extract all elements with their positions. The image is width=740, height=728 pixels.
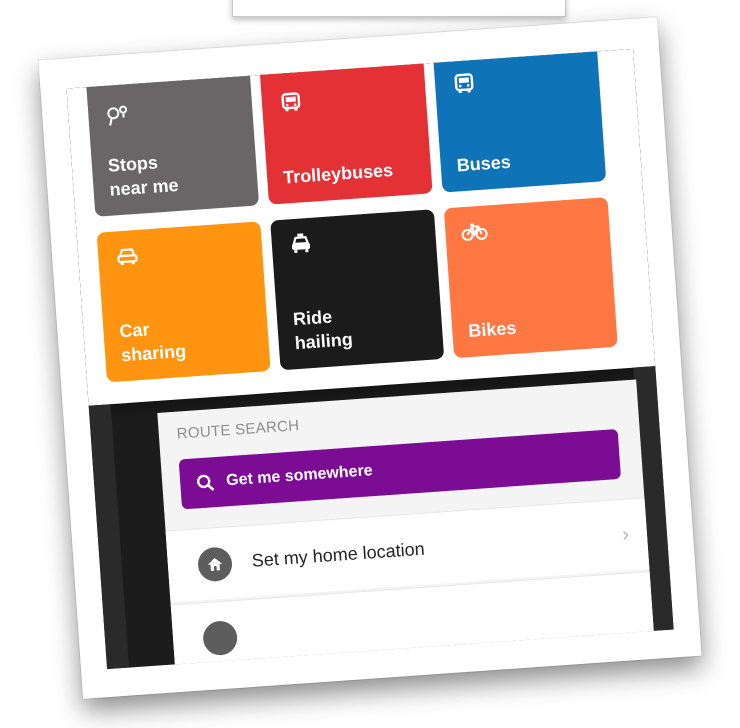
tile-car-sharing[interactable]: Car sharing [96,221,271,383]
tile-label: Buses [456,151,512,176]
tile-label: Bikes [467,317,517,342]
app-screen: Stops near me Trolleybuses Buses Car sha… [66,48,674,670]
tile-buses[interactable]: Buses [432,48,607,193]
list-item-icon [201,619,239,656]
bike-icon [461,223,488,241]
tile-bikes[interactable]: Bikes [443,197,618,359]
tile-stops-near-me[interactable]: Stops near me [85,55,260,217]
previous-screenshot-edge [232,0,566,17]
tile-trolleybuses[interactable]: Trolleybuses [258,48,433,205]
search-bar-label: Get me somewhere [225,462,374,490]
map-pins-icon [107,105,128,126]
trolleybus-icon [281,92,301,112]
screen-edge-left [88,404,130,670]
tile-ride-hailing[interactable]: Ride hailing [270,209,445,371]
tile-label: Car sharing [118,319,187,366]
bus-icon [454,73,474,94]
chevron-right-icon: › [621,523,630,546]
taxi-icon [292,233,311,254]
car-icon [117,248,138,266]
tile-label: Trolleybuses [282,159,394,188]
transport-tiles-panel: Stops near me Trolleybuses Buses Car sha… [66,48,656,406]
screenshot-photo: Stops near me Trolleybuses Buses Car sha… [38,17,702,699]
route-search-title: ROUTE SEARCH [176,417,300,443]
row-label: Set my home location [251,538,426,571]
get-me-somewhere-button[interactable]: Get me somewhere [178,428,622,510]
home-icon [196,545,234,582]
tile-label: Ride hailing [292,306,354,354]
tile-label: Stops near me [107,152,180,200]
search-icon [197,474,215,491]
route-search-panel: ROUTE SEARCH Get me somewhere Set my hom… [157,379,658,670]
